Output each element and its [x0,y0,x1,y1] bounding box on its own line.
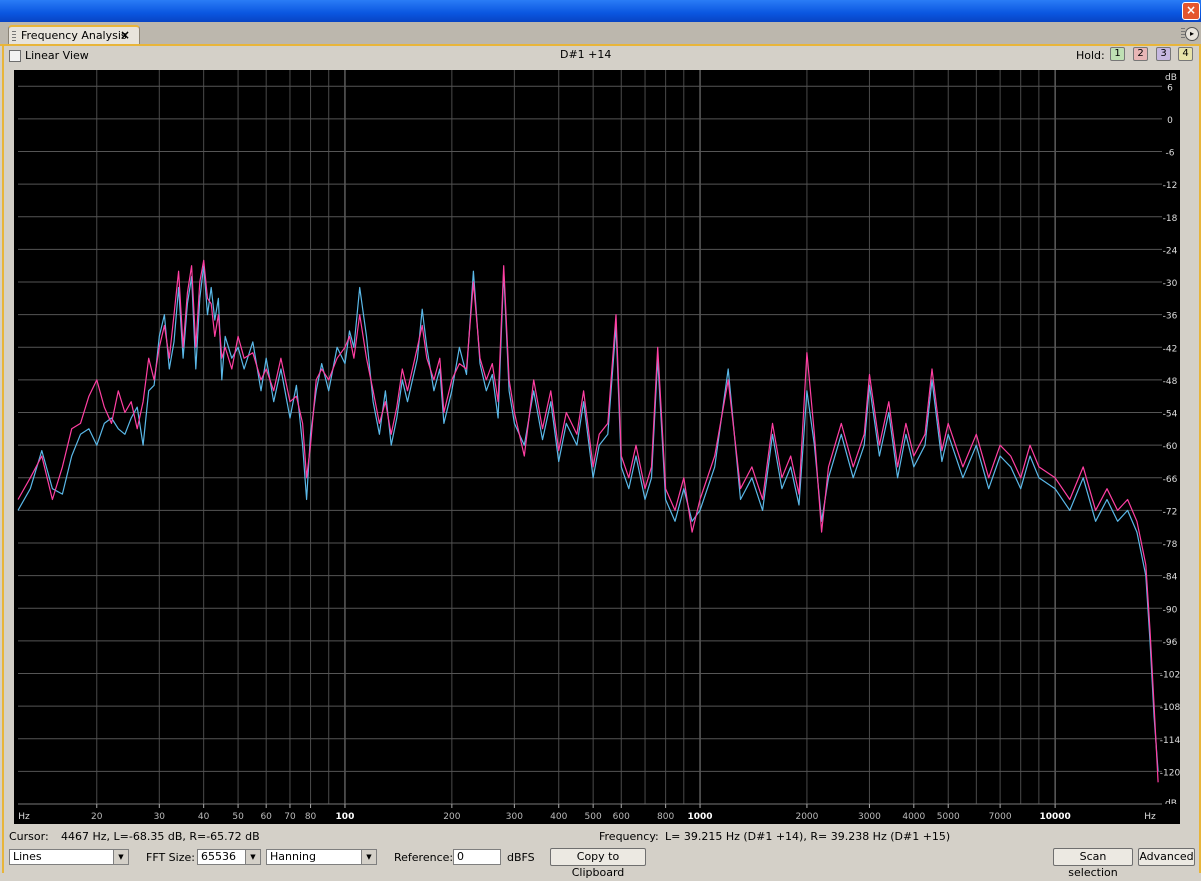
y-tick-label: -78 [1163,540,1178,550]
dropdown-arrow-icon[interactable]: ▼ [113,850,128,864]
tab-frequency-analysis[interactable]: Frequency Analysis × [8,25,140,44]
y-tick-label: -54 [1163,410,1178,420]
y-tick-label: -84 [1163,573,1178,583]
fft-size-label: FFT Size: [146,851,195,864]
window-titlebar: × [0,0,1201,22]
x-tick-label: 3000 [858,812,881,822]
x-tick-label: 2000 [795,812,818,822]
y-tick-label: -30 [1163,279,1178,289]
reference-label: Reference: [394,851,454,864]
x-tick-label: 100 [336,812,355,822]
dropdown-arrow-icon[interactable]: ▼ [245,850,260,864]
reference-unit: dBFS [507,851,535,864]
y-tick-label: -60 [1163,442,1178,452]
linear-view-label: Linear View [25,49,89,62]
fft-size-value: 65536 [201,850,236,863]
linear-view-checkbox[interactable] [9,50,21,62]
spectrum-svg[interactable]: 60-6-12-18-24-30-36-42-48-54-60-66-72-78… [14,70,1180,824]
x-tick-label: 300 [506,812,523,822]
y-tick-label: 0 [1167,116,1173,126]
copy-to-clipboard-button[interactable]: Copy to Clipboard [550,848,646,879]
y-tick-label: -102 [1160,671,1180,681]
y-tick-label: -90 [1163,605,1178,615]
frequency-readout: L= 39.215 Hz (D#1 +14), R= 39.238 Hz (D#… [665,830,951,843]
spectrum-plot[interactable]: 6 0 -6 -12 -18 -24 -30 -36 -42 -48 -54 -60 -66 -72 -78… [14,70,1180,824]
hold-button-1[interactable]: 1 [1110,47,1125,61]
graph-style-select[interactable]: Lines ▼ [9,849,129,865]
cursor-label: Cursor: [9,830,49,843]
x-tick-label: 40 [198,812,210,822]
y-tick-label: -42 [1163,344,1178,354]
y-unit-label: dB [1165,73,1177,83]
x-tick-label: 200 [443,812,460,822]
x-tick-label: 5000 [937,812,960,822]
dropdown-arrow-icon[interactable]: ▼ [361,850,376,864]
scan-selection-button[interactable]: Scan selection [1053,848,1133,879]
y-tick-label: -12 [1163,181,1178,191]
x-tick-label: 800 [657,812,674,822]
series-right-line [17,259,1159,783]
y-tick-label: -114 [1160,736,1180,746]
x-tick-label: 70 [284,812,296,822]
x-tick-label: 80 [305,812,317,822]
y-tick-label: -96 [1163,638,1178,648]
x-tick-label: 30 [154,812,166,822]
y-tick-label: -24 [1163,246,1178,256]
hold-button-2[interactable]: 2 [1133,47,1148,61]
close-tab-icon[interactable]: × [120,28,130,42]
y-tick-label: -36 [1163,312,1178,322]
x-tick-label: 600 [613,812,630,822]
reference-input[interactable]: 0 [453,849,501,865]
panel-tabstrip: Frequency Analysis × [0,22,1201,46]
hold-button-3[interactable]: 3 [1156,47,1171,61]
y-tick-label: -72 [1163,507,1178,517]
x-tick-label: 50 [232,812,244,822]
y-tick-label: -18 [1163,214,1178,224]
y-tick-label: 6 [1167,83,1173,93]
hold-button-4[interactable]: 4 [1178,47,1193,61]
y-tick-label: -108 [1160,703,1180,713]
x-unit-label: Hz [1144,812,1156,822]
fft-size-select[interactable]: 65536 ▼ [197,849,261,865]
graph-style-value: Lines [13,850,42,863]
window-function-select[interactable]: Hanning ▼ [266,849,377,865]
x-tick-label: 7000 [989,812,1012,822]
frequency-label: Frequency: [599,830,659,843]
cursor-readout: 4467 Hz, L=-68.35 dB, R=-65.72 dB [61,830,260,843]
panel-menu-icon[interactable]: ▸ [1185,27,1199,41]
y-tick-label: -48 [1163,377,1178,387]
x-tick-label: 10000 [1039,812,1070,822]
y-tick-label: -66 [1163,475,1178,485]
advanced-button[interactable]: Advanced [1138,848,1195,866]
x-tick-label: 500 [585,812,602,822]
window-function-value: Hanning [270,850,316,863]
tab-label: Frequency Analysis [21,29,127,42]
series-left-line [17,265,1159,772]
grip-icon[interactable] [12,31,16,41]
x-tick-label: 60 [260,812,272,822]
x-tick-label: 20 [91,812,103,822]
note-readout: D#1 +14 [560,48,612,61]
close-icon[interactable]: × [1182,2,1200,20]
x-tick-label: 1000 [688,812,713,822]
x-tick-label: 400 [550,812,567,822]
hold-label: Hold: [1076,49,1105,62]
y-tick-label: -6 [1166,149,1175,159]
y-tick-label: -120 [1160,768,1180,778]
x-tick-label: 4000 [902,812,925,822]
x-unit-label: Hz [18,812,30,822]
